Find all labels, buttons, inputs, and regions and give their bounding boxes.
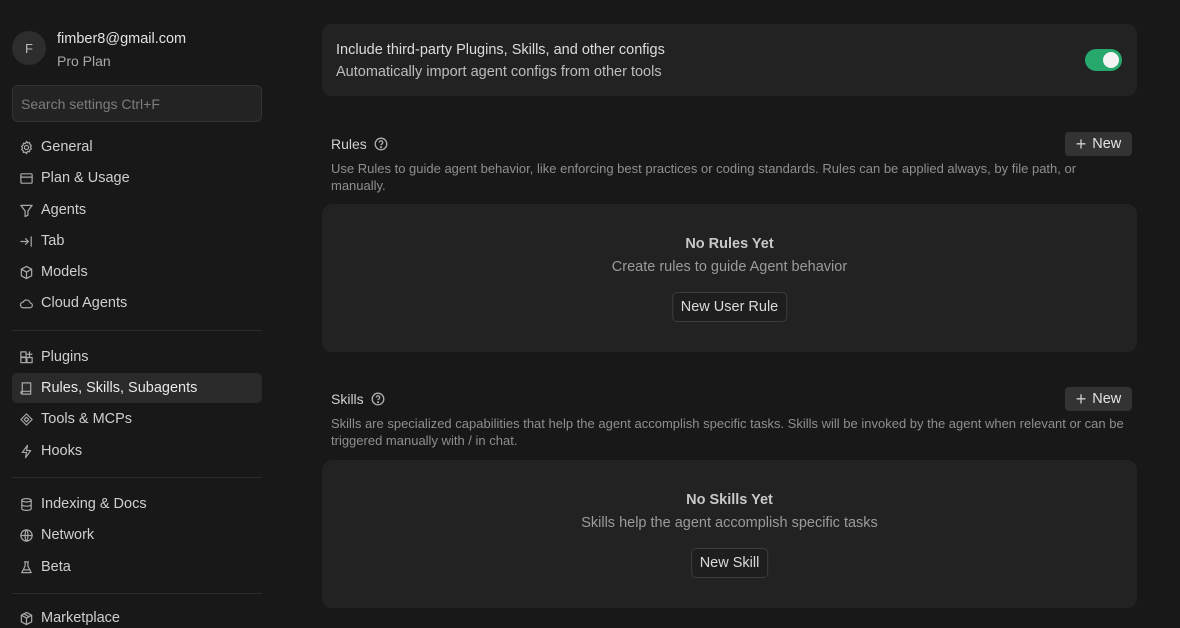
sidebar-item-plugins[interactable]: Plugins xyxy=(12,342,262,372)
account-email: fimber8@gmail.com xyxy=(57,31,187,47)
sidebar-item-cloud-agents[interactable]: Cloud Agents xyxy=(12,288,262,318)
skills-empty-subtitle: Skills help the agent accomplish specifi… xyxy=(581,515,878,531)
rules-empty-title: No Rules Yet xyxy=(685,236,774,252)
sidebar-item-label: Indexing & Docs xyxy=(41,496,147,512)
sidebar-item-label: Cloud Agents xyxy=(41,295,128,311)
sidebar-item-label: Tab xyxy=(41,233,65,249)
third-party-toggle[interactable] xyxy=(1085,49,1122,71)
sidebar-item-hooks[interactable]: Hooks xyxy=(12,436,262,466)
sidebar-item-label: Beta xyxy=(41,559,71,575)
sidebar-item-label: Tools & MCPs xyxy=(41,411,133,427)
rules-description: Use Rules to guide agent behavior, like … xyxy=(331,161,1077,193)
help-icon[interactable] xyxy=(371,392,385,406)
plus-icon: + xyxy=(1075,134,1087,154)
sidebar-item-plan-usage[interactable]: Plan & Usage xyxy=(12,163,262,193)
gear-icon xyxy=(19,140,34,155)
book-icon xyxy=(19,381,34,396)
new-rule-button[interactable]: + New xyxy=(1065,132,1132,156)
database-icon xyxy=(19,497,34,512)
credit-card-icon xyxy=(19,171,34,186)
help-icon[interactable] xyxy=(374,137,388,151)
account-info[interactable]: F fimber8@gmail.com Pro Plan xyxy=(12,30,186,70)
new-rule-label: New xyxy=(1092,136,1122,152)
sidebar-item-beta[interactable]: Beta xyxy=(12,552,262,582)
skills-section-header: Skills xyxy=(331,391,385,407)
sidebar-item-label: Plan & Usage xyxy=(41,170,130,186)
account-plan: Pro Plan xyxy=(57,53,111,69)
sidebar-item-rules-skills-subagents[interactable]: Rules, Skills, Subagents xyxy=(12,373,262,403)
sidebar-divider xyxy=(12,593,262,594)
package-icon xyxy=(19,611,34,626)
third-party-subtitle: Automatically import agent configs from … xyxy=(336,64,662,80)
rules-title: Rules xyxy=(331,136,367,152)
plus-icon: + xyxy=(1075,389,1087,409)
agent-icon xyxy=(19,203,34,218)
avatar[interactable]: F xyxy=(12,31,46,65)
sidebar-item-label: Hooks xyxy=(41,443,83,459)
sidebar-item-marketplace[interactable]: Marketplace xyxy=(12,603,262,628)
sidebar-item-label: General xyxy=(41,139,93,155)
sidebar-item-label: Models xyxy=(41,264,88,280)
sidebar-divider xyxy=(12,330,262,331)
sidebar-item-general[interactable]: General xyxy=(12,132,262,162)
skills-description: Skills are specialized capabilities that… xyxy=(331,416,1124,448)
search-box[interactable] xyxy=(12,85,262,122)
sidebar-item-models[interactable]: Models xyxy=(12,257,262,287)
sidebar-item-label: Rules, Skills, Subagents xyxy=(41,380,198,396)
plugin-icon xyxy=(19,350,34,365)
settings-sidebar: F fimber8@gmail.com Pro Plan General Pla… xyxy=(0,0,276,628)
toggle-knob xyxy=(1103,52,1119,68)
sidebar-divider xyxy=(12,477,262,478)
rules-empty-subtitle: Create rules to guide Agent behavior xyxy=(611,259,848,275)
flask-icon xyxy=(19,560,34,575)
rules-empty-state: No Rules Yet Create rules to guide Agent… xyxy=(322,204,1137,352)
sidebar-item-tab[interactable]: Tab xyxy=(12,226,262,256)
skills-empty-state: No Skills Yet Skills help the agent acco… xyxy=(322,460,1137,608)
lightning-icon xyxy=(19,444,34,459)
rules-section-header: Rules xyxy=(331,136,388,152)
new-user-rule-button[interactable]: New User Rule xyxy=(671,292,788,322)
skills-title: Skills xyxy=(331,391,364,407)
sidebar-item-indexing-docs[interactable]: Indexing & Docs xyxy=(12,489,262,519)
new-skill-empty-button[interactable]: New Skill xyxy=(690,548,769,578)
sidebar-item-label: Network xyxy=(41,527,95,543)
tab-arrow-icon xyxy=(19,234,34,249)
cube-icon xyxy=(19,265,34,280)
skills-empty-title: No Skills Yet xyxy=(686,492,773,508)
new-skill-label: New xyxy=(1092,391,1122,407)
cloud-icon xyxy=(19,296,34,311)
search-input[interactable] xyxy=(13,86,261,121)
globe-icon xyxy=(19,528,34,543)
sidebar-item-tools-mcps[interactable]: Tools & MCPs xyxy=(12,404,262,434)
tools-icon xyxy=(19,412,34,427)
sidebar-item-label: Agents xyxy=(41,202,87,218)
new-skill-button[interactable]: + New xyxy=(1065,387,1132,411)
sidebar-item-label: Plugins xyxy=(41,349,89,365)
sidebar-item-agents[interactable]: Agents xyxy=(12,195,262,225)
third-party-configs-card: Include third-party Plugins, Skills, and… xyxy=(322,24,1137,96)
sidebar-item-label: Marketplace xyxy=(41,610,120,626)
sidebar-item-network[interactable]: Network xyxy=(12,520,262,550)
third-party-title: Include third-party Plugins, Skills, and… xyxy=(336,42,665,58)
